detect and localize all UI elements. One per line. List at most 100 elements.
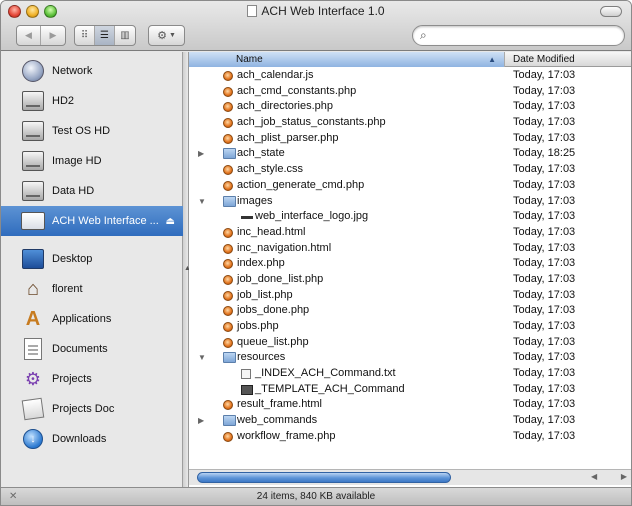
list-row[interactable]: ▶ ach_state Today, 18:25 — [189, 146, 631, 162]
sidebar-item-icon — [24, 338, 42, 360]
scrollbar-thumb[interactable] — [197, 472, 451, 483]
sidebar-item[interactable]: ACH Web Interface ... ⏏ — [1, 206, 183, 236]
list-row[interactable]: index.php Today, 17:03 — [189, 256, 631, 272]
date-column-header[interactable]: Date Modified — [505, 52, 631, 67]
sidebar-item-icon-wrap — [21, 209, 45, 233]
file-date: Today, 17:03 — [513, 272, 576, 285]
sidebar-item[interactable]: ⚙ Projects — [1, 364, 183, 394]
list-row[interactable]: workflow_frame.php Today, 17:03 — [189, 429, 631, 445]
forward-arrow-icon: ▶ — [49, 30, 57, 40]
list-view-button[interactable]: ☰ — [95, 26, 115, 45]
column-view-button[interactable]: ▥ — [115, 26, 135, 45]
file-icon — [223, 165, 233, 176]
file-date: Today, 17:03 — [513, 382, 576, 395]
sidebar-item-label: Test OS HD — [52, 125, 111, 137]
date-column-label: Date Modified — [513, 54, 575, 65]
sidebar-item[interactable]: HD2 — [1, 86, 183, 116]
sidebar-item-label: Image HD — [52, 155, 102, 167]
sidebar-item-icon-wrap: ⚙ — [21, 367, 45, 391]
sidebar-item-icon — [22, 60, 44, 82]
file-icon — [223, 337, 233, 348]
list-row[interactable]: inc_head.html Today, 17:03 — [189, 225, 631, 241]
sidebar-item[interactable]: A Applications — [1, 304, 183, 334]
sidebar-item[interactable]: Image HD — [1, 146, 183, 176]
file-name: jobs_done.php — [237, 304, 310, 317]
status-text: 24 items, 840 KB available — [256, 491, 376, 502]
list-row[interactable]: jobs_done.php Today, 17:03 — [189, 303, 631, 319]
disclosure-collapsed-icon[interactable]: ▶ — [198, 413, 204, 429]
file-date: Today, 17:03 — [513, 84, 576, 97]
list-row[interactable]: jobs.php Today, 17:03 — [189, 319, 631, 335]
sidebar-item-label: Downloads — [52, 433, 107, 445]
list-row[interactable]: ach_calendar.js Today, 17:03 — [189, 68, 631, 84]
file-name: ach_state — [237, 147, 285, 160]
sidebar-item-icon: ⌂ — [26, 278, 40, 300]
file-name: inc_head.html — [237, 225, 306, 238]
name-column-header[interactable]: Name ▲ — [189, 52, 505, 67]
sidebar-item[interactable]: ⌂ florent — [1, 274, 183, 304]
search-input[interactable] — [435, 28, 615, 43]
back-forward-control: ◀ ▶ — [16, 25, 66, 46]
list-row[interactable]: job_list.php Today, 17:03 — [189, 288, 631, 304]
list-row[interactable]: ach_plist_parser.php Today, 17:03 — [189, 131, 631, 147]
list-row[interactable]: ▼ resources Today, 17:03 — [189, 350, 631, 366]
file-date: Today, 17:03 — [513, 335, 576, 348]
list-row[interactable]: ach_cmd_constants.php Today, 17:03 — [189, 84, 631, 100]
file-name: ach_cmd_constants.php — [237, 84, 357, 97]
back-button[interactable]: ◀ — [17, 26, 41, 45]
sidebar-item[interactable]: ↓ Downloads — [1, 424, 183, 454]
sidebar-item-label: Applications — [52, 313, 112, 325]
horizontal-scrollbar[interactable]: ◀ ▶ — [189, 469, 631, 485]
image-file-icon — [241, 216, 253, 220]
file-name: web_commands — [237, 414, 318, 427]
file-date: Today, 17:03 — [513, 210, 576, 223]
list-row[interactable]: result_frame.html Today, 17:03 — [189, 397, 631, 413]
list-row[interactable]: inc_navigation.html Today, 17:03 — [189, 241, 631, 257]
list-row[interactable]: job_done_list.php Today, 17:03 — [189, 272, 631, 288]
list-view-icon: ☰ — [100, 30, 109, 41]
sidebar-item-icon-wrap — [21, 149, 45, 173]
search-field[interactable]: ⌕ — [412, 25, 625, 46]
sidebar-item[interactable]: Documents — [1, 334, 183, 364]
scroll-right-icon[interactable]: ▶ — [621, 472, 627, 483]
sidebar-item[interactable]: Network — [1, 56, 183, 86]
sidebar-item[interactable]: Data HD — [1, 176, 183, 206]
sidebar-item-label: ACH Web Interface ... — [52, 215, 159, 227]
file-name: action_generate_cmd.php — [237, 178, 365, 191]
list-row[interactable]: ach_directories.php Today, 17:03 — [189, 99, 631, 115]
file-name: ach_directories.php — [237, 100, 334, 113]
list-row[interactable]: _TEMPLATE_ACH_Command Today, 17:03 — [189, 382, 631, 398]
forward-button[interactable]: ▶ — [41, 26, 65, 45]
action-menu-button[interactable]: ⚙ ▼ — [148, 25, 185, 46]
sidebar-item-icon: A — [25, 308, 41, 330]
gear-icon: ⚙ — [157, 30, 167, 42]
scroll-left-icon[interactable]: ◀ — [591, 472, 597, 483]
sidebar-item-label: Projects Doc — [52, 403, 115, 415]
list-row[interactable]: ▶ web_commands Today, 17:03 — [189, 413, 631, 429]
list-row[interactable]: ach_style.css Today, 17:03 — [189, 162, 631, 178]
disclosure-expanded-icon[interactable]: ▼ — [198, 194, 206, 210]
disclosure-expanded-icon[interactable]: ▼ — [198, 350, 206, 366]
icon-view-button[interactable]: ⠿ — [75, 26, 95, 45]
list-row[interactable]: action_generate_cmd.php Today, 17:03 — [189, 178, 631, 194]
eject-icon[interactable]: ⏏ — [166, 216, 175, 227]
file-date: Today, 18:25 — [513, 147, 576, 160]
sidebar-item[interactable]: Desktop — [1, 244, 183, 274]
file-date: Today, 17:03 — [513, 288, 576, 301]
sidebar-item[interactable]: Projects Doc — [1, 394, 183, 424]
resize-grip-icon[interactable]: ✕ — [9, 488, 17, 505]
file-date: Today, 17:03 — [513, 69, 576, 81]
list-row[interactable]: ▼ images Today, 17:03 — [189, 194, 631, 210]
list-row[interactable]: _INDEX_ACH_Command.txt Today, 17:03 — [189, 366, 631, 382]
list-row[interactable]: ach_job_status_constants.php Today, 17:03 — [189, 115, 631, 131]
list-row[interactable]: queue_list.php Today, 17:03 — [189, 335, 631, 351]
icon-view-icon: ⠿ — [80, 30, 89, 41]
sidebar-item-icon-wrap — [21, 59, 45, 83]
disclosure-collapsed-icon[interactable]: ▶ — [198, 146, 204, 162]
file-date: Today, 17:03 — [513, 163, 576, 176]
file-icon — [223, 259, 233, 270]
sidebar-item[interactable]: Test OS HD — [1, 116, 183, 146]
list-row[interactable]: web_interface_logo.jpg Today, 17:03 — [189, 209, 631, 225]
file-icon — [223, 431, 233, 442]
toolbar-toggle-button[interactable] — [600, 6, 622, 17]
